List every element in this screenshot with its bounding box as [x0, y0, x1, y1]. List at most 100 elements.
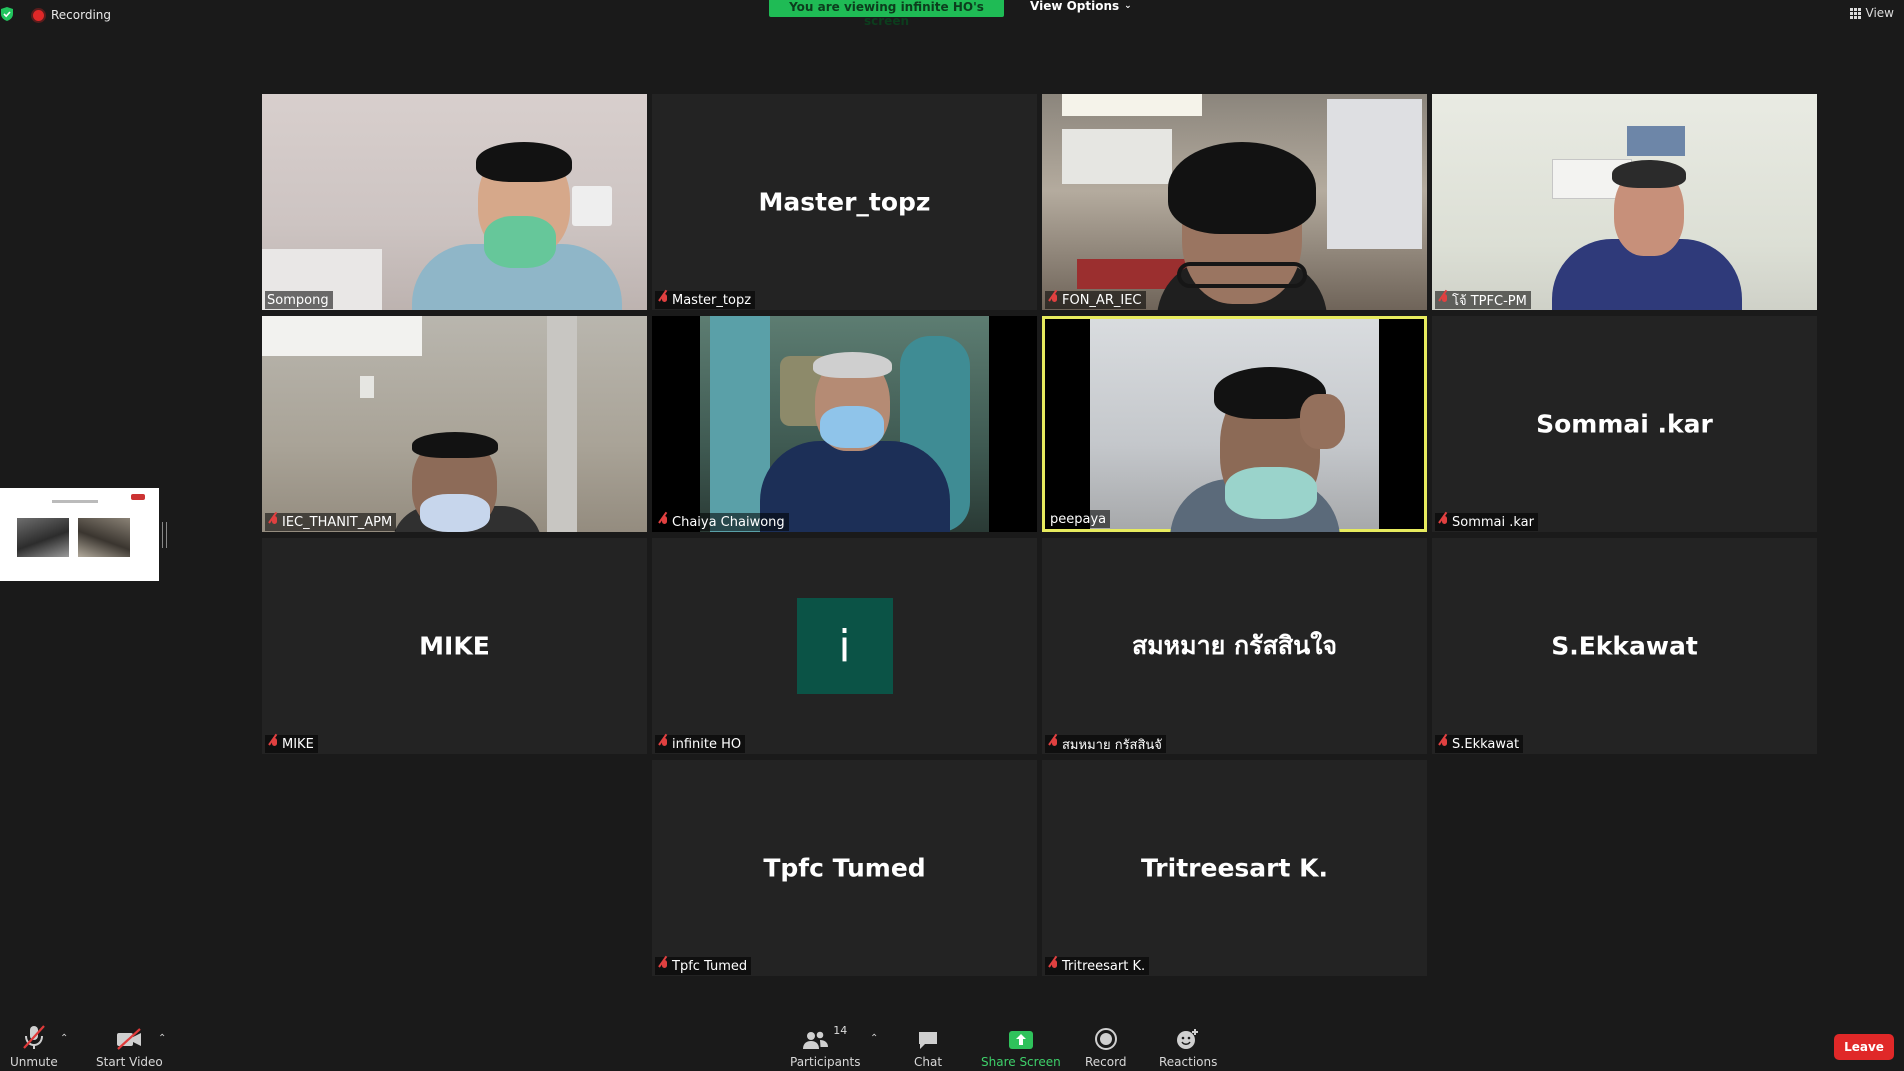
video-tile[interactable]: Chaiya Chaiwong	[652, 316, 1037, 532]
mic-muted-icon	[659, 737, 669, 751]
eyeglasses	[1177, 262, 1307, 288]
video-tile[interactable]: สมหมาย กรัสสินใจ สมหมาย กรัสสินจั	[1042, 538, 1427, 754]
chat-icon	[919, 1032, 938, 1049]
video-tile[interactable]: Sompong	[262, 94, 647, 310]
participant-name-tag: FON_AR_IEC	[1045, 291, 1146, 309]
thumbnail-photo	[78, 518, 130, 557]
participant-name: peepaya	[1050, 511, 1107, 527]
participant-name: S.Ekkawat	[1452, 736, 1520, 752]
record-button[interactable]: Record	[1085, 1024, 1126, 1069]
participants-button[interactable]: 14 Participants	[790, 1024, 861, 1069]
video-feed	[262, 316, 647, 532]
video-feed	[700, 316, 989, 532]
share-screen-label: Share Screen	[981, 1055, 1061, 1069]
chat-button[interactable]: Chat	[914, 1024, 942, 1069]
mic-muted-icon	[1049, 737, 1059, 751]
viewing-screen-banner: You are viewing infinite HO's screen	[769, 0, 1004, 28]
participant-name: Sommai .kar	[1452, 514, 1534, 530]
share-screen-button[interactable]: Share Screen	[981, 1024, 1061, 1069]
air-conditioner	[262, 316, 422, 356]
unmute-button[interactable]: Unmute	[10, 1024, 58, 1069]
participant-name: infinite HO	[672, 736, 742, 752]
participant-name: โจ้ TPFC-PM	[1452, 293, 1527, 309]
participant-name: MIKE	[282, 736, 314, 752]
mic-muted-icon	[659, 515, 669, 529]
participant-name-tag: Sommai .kar	[1435, 513, 1538, 531]
participant-name-tag: Master_topz	[655, 291, 756, 309]
participant-name-tag: Tritreesart K.	[1045, 957, 1150, 975]
video-feed	[1432, 94, 1817, 310]
unmute-label: Unmute	[10, 1055, 58, 1069]
video-tile[interactable]: FON_AR_IEC	[1042, 94, 1427, 310]
mic-muted-icon	[269, 737, 279, 751]
start-video-button[interactable]: Start Video	[96, 1024, 163, 1069]
participant-name-tag: MIKE	[265, 735, 318, 753]
share-screen-icon	[1008, 1031, 1033, 1049]
participant-name: สมหมาย กรัสสินจั	[1062, 737, 1162, 753]
video-tile[interactable]: IEC_THANIT_APM	[262, 316, 647, 532]
shield-icon[interactable]	[1, 7, 13, 21]
grid-view-icon	[1849, 7, 1861, 19]
video-tile[interactable]: Master_topz Master_topz	[652, 94, 1037, 310]
participant-display-name: สมหมาย กรัสสินใจ	[1131, 631, 1338, 660]
recording-indicator[interactable]: Recording	[33, 8, 111, 22]
participants-icon	[803, 1031, 829, 1049]
participant-name-tag: Tpfc Tumed	[655, 957, 752, 975]
participant-name-tag: โจ้ TPFC-PM	[1435, 291, 1531, 309]
mic-muted-icon	[659, 959, 669, 973]
participant-name-tag: สมหมาย กรัสสินจั	[1045, 735, 1166, 753]
face-mask	[484, 216, 556, 268]
participant-display-name: MIKE	[419, 631, 490, 661]
video-tile[interactable]: โจ้ TPFC-PM	[1432, 94, 1817, 310]
participant-name-tag: S.Ekkawat	[1435, 735, 1524, 753]
view-label: View	[1865, 6, 1894, 20]
thumbnail-photo	[17, 518, 69, 557]
reactions-smiley-icon	[1177, 1029, 1199, 1049]
participants-label: Participants	[790, 1055, 861, 1069]
shared-screen-thumbnail[interactable]	[0, 488, 159, 581]
chevron-down-icon: ⌄	[1124, 1, 1132, 11]
reactions-label: Reactions	[1159, 1055, 1218, 1069]
view-options-label: View Options	[1030, 0, 1120, 13]
mic-muted-icon	[1439, 515, 1449, 529]
video-options-chevron-icon[interactable]: ⌃	[158, 1033, 166, 1044]
person-hair	[1612, 160, 1686, 188]
video-tile[interactable]: Tritreesart K. Tritreesart K.	[1042, 760, 1427, 976]
video-tile[interactable]: i infinite HO	[652, 538, 1037, 754]
person-hair	[813, 352, 892, 378]
participant-display-name: Tritreesart K.	[1141, 853, 1328, 883]
video-tile[interactable]: Tpfc Tumed Tpfc Tumed	[652, 760, 1037, 976]
view-button[interactable]: View	[1849, 6, 1894, 20]
thumbnail-title-line	[52, 500, 98, 503]
mic-muted-icon	[1049, 293, 1059, 307]
participant-name-tag: infinite HO	[655, 735, 746, 753]
person-hair	[1168, 142, 1316, 234]
leave-button[interactable]: Leave	[1834, 1034, 1894, 1060]
top-bar: Recording You are viewing infinite HO's …	[0, 0, 1904, 30]
audio-options-chevron-icon[interactable]: ⌃	[60, 1033, 68, 1044]
background-paper	[572, 186, 612, 226]
thumbnail-drag-handle[interactable]	[162, 522, 167, 548]
meeting-toolbar: Unmute ⌃ Start Video ⌃ 14 Participants ⌃	[0, 1007, 1904, 1071]
person-hair	[412, 432, 498, 458]
participants-options-chevron-icon[interactable]: ⌃	[870, 1033, 878, 1044]
view-options-button[interactable]: View Options ⌄	[1030, 0, 1132, 13]
participants-count: 14	[833, 1024, 848, 1037]
participant-name-tag: Chaiya Chaiwong	[655, 513, 789, 531]
participant-name: IEC_THANIT_APM	[282, 514, 393, 530]
reactions-button[interactable]: Reactions	[1159, 1024, 1217, 1069]
face-mask	[820, 406, 884, 448]
video-tile[interactable]: Sommai .kar Sommai .kar	[1432, 316, 1817, 532]
video-tile[interactable]: S.Ekkawat S.Ekkawat	[1432, 538, 1817, 754]
record-label: Record	[1085, 1055, 1127, 1069]
participant-name: FON_AR_IEC	[1062, 292, 1142, 308]
video-feed	[1042, 94, 1427, 310]
recording-label: Recording	[51, 8, 112, 22]
video-tile[interactable]: MIKE MIKE	[262, 538, 647, 754]
participant-name: Master_topz	[672, 292, 752, 308]
thumbnail-logo	[131, 494, 145, 500]
mic-muted-icon	[1439, 293, 1449, 307]
recording-icon	[33, 9, 44, 21]
participant-name-tag: peepaya	[1046, 510, 1111, 528]
video-tile-active-speaker[interactable]: peepaya	[1042, 316, 1427, 532]
